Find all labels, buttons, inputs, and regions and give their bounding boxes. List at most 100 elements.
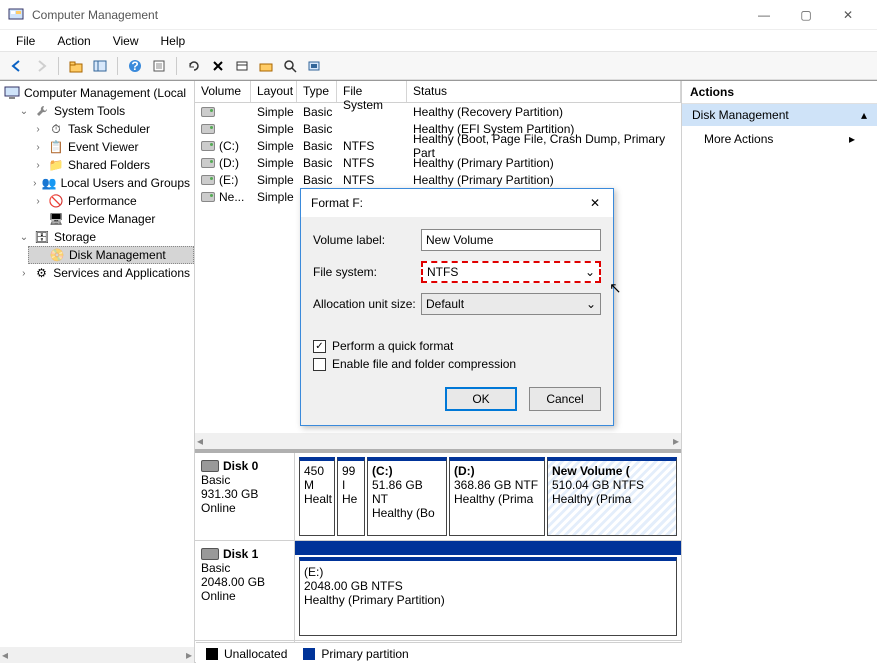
volume-type: Basic xyxy=(297,105,337,119)
ok-button[interactable]: OK xyxy=(445,387,517,411)
tree-label: Performance xyxy=(68,194,137,208)
col-layout[interactable]: Layout xyxy=(251,81,297,102)
partition[interactable]: (C:)51.86 GB NTHealthy (Bo xyxy=(367,457,447,536)
separator xyxy=(117,57,118,75)
quick-format-checkbox[interactable]: ✓ Perform a quick format xyxy=(313,339,601,353)
col-type[interactable]: Type xyxy=(297,81,337,102)
partition[interactable]: 99 IHe xyxy=(337,457,365,536)
volume-name: (C:) xyxy=(219,139,239,153)
quick-format-label: Perform a quick format xyxy=(332,339,453,353)
volume-label-input[interactable] xyxy=(421,229,601,251)
partition-letter: (E:) xyxy=(304,565,672,579)
tree-local-users[interactable]: ›👥Local Users and Groups xyxy=(28,174,194,192)
partition[interactable]: 450 MHealt xyxy=(299,457,335,536)
cancel-button[interactable]: Cancel xyxy=(529,387,601,411)
allocation-select[interactable]: Default ⌄ xyxy=(421,293,601,315)
partition-size: 51.86 GB NT xyxy=(372,478,442,506)
delete-button[interactable] xyxy=(207,55,229,77)
expand-icon[interactable]: › xyxy=(32,196,44,207)
format-dialog: Format F: ✕ Volume label: File system: N… xyxy=(300,188,614,426)
expand-icon[interactable]: › xyxy=(32,142,44,153)
event-icon: 📋 xyxy=(48,139,64,155)
menu-view[interactable]: View xyxy=(103,32,149,50)
properties-button[interactable] xyxy=(148,55,170,77)
chevron-right-icon: ▸ xyxy=(849,132,855,146)
collapse-icon[interactable]: ⌄ xyxy=(18,106,30,117)
file-system-select[interactable]: NTFS ⌄ xyxy=(421,261,601,283)
tool-icon-3[interactable] xyxy=(279,55,301,77)
compression-checkbox[interactable]: Enable file and folder compression xyxy=(313,357,601,371)
refresh-button[interactable] xyxy=(183,55,205,77)
disk-block: Disk 0 Basic 931.30 GB Online 450 MHealt… xyxy=(195,453,681,541)
volume-row[interactable]: (C:)SimpleBasicNTFSHealthy (Boot, Page F… xyxy=(195,137,681,154)
back-button[interactable] xyxy=(6,55,28,77)
tool-icon-4[interactable] xyxy=(303,55,325,77)
tree-shared-folders[interactable]: › 📁 Shared Folders xyxy=(28,156,194,174)
action-more-actions[interactable]: More Actions ▸ xyxy=(682,126,877,152)
expand-icon[interactable]: › xyxy=(32,160,44,171)
minimize-button[interactable]: — xyxy=(743,0,785,30)
tree-services[interactable]: › ⚙ Services and Applications xyxy=(14,264,194,282)
expand-icon[interactable]: › xyxy=(32,178,38,189)
show-hide-tree-button[interactable] xyxy=(89,55,111,77)
tree-label: Storage xyxy=(54,230,96,244)
app-icon xyxy=(8,7,24,23)
expand-icon[interactable]: › xyxy=(32,124,44,135)
tree-label: Services and Applications xyxy=(53,266,190,280)
col-filesystem[interactable]: File System xyxy=(337,81,407,102)
volume-layout: Simple xyxy=(251,173,297,187)
legend-primary: Primary partition xyxy=(303,647,408,661)
help-button[interactable]: ? xyxy=(124,55,146,77)
toolbar: ? xyxy=(0,52,877,80)
tree-system-tools[interactable]: ⌄ System Tools xyxy=(14,102,194,120)
tree-event-viewer[interactable]: ›📋Event Viewer xyxy=(28,138,194,156)
menu-bar: File Action View Help xyxy=(0,30,877,52)
tree-device-manager[interactable]: 🖥Device Manager xyxy=(28,210,194,228)
partition[interactable]: (D:)368.86 GB NTFHealthy (Prima xyxy=(449,457,545,536)
partition-status: Healt xyxy=(304,492,330,506)
collapse-icon[interactable]: ⌄ xyxy=(18,232,30,243)
actions-section-header[interactable]: Disk Management ▴ xyxy=(682,104,877,126)
col-volume[interactable]: Volume xyxy=(195,81,251,102)
menu-action[interactable]: Action xyxy=(47,32,100,50)
partition[interactable]: (E:) 2048.00 GB NTFS Healthy (Primary Pa… xyxy=(299,557,677,636)
drive-icon xyxy=(201,107,215,117)
menu-file[interactable]: File xyxy=(6,32,45,50)
tool-icon-1[interactable] xyxy=(231,55,253,77)
tree-task-scheduler[interactable]: ›⏱Task Scheduler xyxy=(28,120,194,138)
disk-size: 931.30 GB xyxy=(201,487,288,501)
volume-row[interactable]: (D:)SimpleBasicNTFSHealthy (Primary Part… xyxy=(195,154,681,171)
close-button[interactable]: ✕ xyxy=(827,0,869,30)
tree-label: Shared Folders xyxy=(68,158,150,172)
dialog-close-button[interactable]: ✕ xyxy=(583,193,607,213)
folder-icon: 📁 xyxy=(48,157,64,173)
volume-scrollbar[interactable]: ◂▸ xyxy=(195,433,681,449)
tree-performance[interactable]: › 🚫 Performance xyxy=(28,192,194,210)
tree-root[interactable]: Computer Management (Local xyxy=(0,84,194,102)
volume-row[interactable]: (E:)SimpleBasicNTFSHealthy (Primary Part… xyxy=(195,171,681,188)
forward-button[interactable] xyxy=(30,55,52,77)
tree-scrollbar[interactable]: ◂▸ xyxy=(0,647,194,663)
volume-row[interactable]: SimpleBasicHealthy (Recovery Partition) xyxy=(195,103,681,120)
dialog-titlebar[interactable]: Format F: ✕ xyxy=(301,189,613,217)
up-button[interactable] xyxy=(65,55,87,77)
col-status[interactable]: Status xyxy=(407,81,681,102)
menu-help[interactable]: Help xyxy=(151,32,196,50)
partition[interactable]: New Volume (510.04 GB NTFSHealthy (Prima xyxy=(547,457,677,536)
file-system-lbl: File system: xyxy=(313,265,421,279)
disk-info[interactable]: Disk 1 Basic 2048.00 GB Online xyxy=(195,541,295,640)
tree-disk-management[interactable]: 📀Disk Management xyxy=(28,246,194,264)
disk-icon xyxy=(201,460,219,472)
volume-layout: Simple xyxy=(251,139,297,153)
tool-icon-2[interactable] xyxy=(255,55,277,77)
disk-name: Disk 0 xyxy=(223,459,258,473)
wrench-icon xyxy=(34,103,50,119)
svg-text:?: ? xyxy=(131,59,138,73)
drive-icon xyxy=(201,158,215,168)
expand-icon[interactable]: › xyxy=(18,268,30,279)
performance-icon: 🚫 xyxy=(48,193,64,209)
disk-info[interactable]: Disk 0 Basic 931.30 GB Online xyxy=(195,453,295,540)
maximize-button[interactable]: ▢ xyxy=(785,0,827,30)
users-icon: 👥 xyxy=(42,175,57,191)
tree-storage[interactable]: ⌄ 🗄 Storage xyxy=(14,228,194,246)
